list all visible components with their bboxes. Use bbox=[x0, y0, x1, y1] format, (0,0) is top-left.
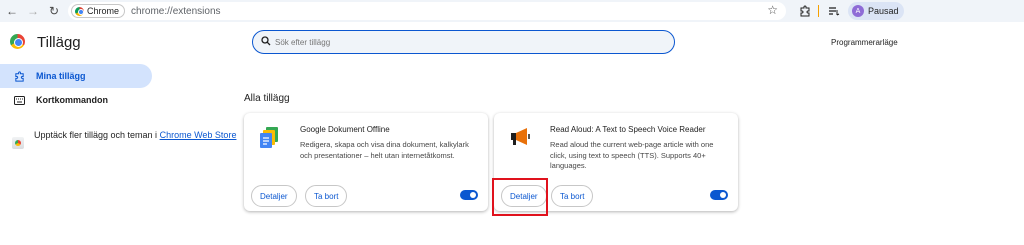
sidebar-item-label: Kortkommandon bbox=[36, 95, 108, 105]
extension-description: Redigera, skapa och visa dina dokument, … bbox=[300, 140, 469, 160]
extension-name: Read Aloud: A Text to Speech Voice Reade… bbox=[550, 125, 706, 134]
remove-button[interactable]: Ta bort bbox=[551, 185, 594, 207]
sidebar-item-label: Mina tillägg bbox=[36, 71, 86, 81]
chrome-logo-icon bbox=[75, 6, 84, 16]
reload-icon[interactable]: ↻ bbox=[46, 3, 62, 19]
section-title: Alla tillägg bbox=[244, 93, 290, 104]
toolbar-divider bbox=[818, 5, 819, 17]
enable-toggle[interactable] bbox=[710, 190, 728, 200]
search-icon bbox=[261, 35, 271, 49]
webstore-icon bbox=[12, 137, 24, 149]
keyboard-icon bbox=[12, 95, 26, 105]
sidebar-item-shortcuts[interactable]: Kortkommandon bbox=[0, 88, 108, 112]
puzzle-icon bbox=[12, 70, 26, 82]
profile-label: Pausad bbox=[868, 6, 899, 16]
sidebar-item-my-extensions[interactable]: Mina tillägg bbox=[0, 64, 152, 88]
extension-description: Read aloud the current web-page article … bbox=[550, 140, 714, 170]
url-text[interactable]: chrome://extensions bbox=[131, 6, 221, 17]
developer-mode-label[interactable]: Programmerarläge bbox=[831, 38, 898, 47]
enable-toggle[interactable] bbox=[460, 190, 478, 200]
google-docs-offline-icon bbox=[260, 127, 280, 149]
profile-button[interactable]: A Pausad bbox=[848, 2, 904, 20]
details-button[interactable]: Detaljer bbox=[251, 185, 297, 207]
highlight-box bbox=[492, 178, 548, 216]
back-arrow-icon[interactable]: ← bbox=[4, 3, 20, 19]
avatar: A bbox=[852, 5, 864, 17]
webstore-prefix: Upptäck fler tillägg och teman i bbox=[34, 130, 158, 140]
browser-toolbar: ← → ↻ Chrome chrome://extensions ☆ A Pau… bbox=[0, 0, 1024, 22]
extensions-puzzle-icon[interactable] bbox=[797, 3, 813, 19]
extension-card: Google Dokument Offline Redigera, skapa … bbox=[244, 113, 488, 211]
webstore-link[interactable]: Chrome Web Store bbox=[160, 130, 237, 140]
search-bar[interactable] bbox=[252, 30, 675, 54]
search-input[interactable] bbox=[275, 37, 655, 47]
chrome-logo-icon bbox=[10, 34, 25, 49]
page-title: Tillägg bbox=[37, 34, 81, 51]
reading-list-icon[interactable] bbox=[826, 3, 842, 19]
address-bar[interactable]: Chrome chrome://extensions ☆ bbox=[68, 2, 786, 20]
webstore-text: Upptäck fler tillägg och teman i Chrome … bbox=[34, 129, 236, 149]
remove-button[interactable]: Ta bort bbox=[305, 185, 348, 207]
forward-arrow-icon[interactable]: → bbox=[25, 3, 41, 19]
webstore-promo: Upptäck fler tillägg och teman i Chrome … bbox=[12, 129, 236, 149]
bookmark-star-icon[interactable]: ☆ bbox=[767, 3, 778, 17]
megaphone-icon bbox=[510, 127, 530, 149]
site-chip[interactable]: Chrome bbox=[71, 4, 126, 18]
site-chip-label: Chrome bbox=[87, 6, 120, 16]
extension-name: Google Dokument Offline bbox=[300, 125, 390, 134]
